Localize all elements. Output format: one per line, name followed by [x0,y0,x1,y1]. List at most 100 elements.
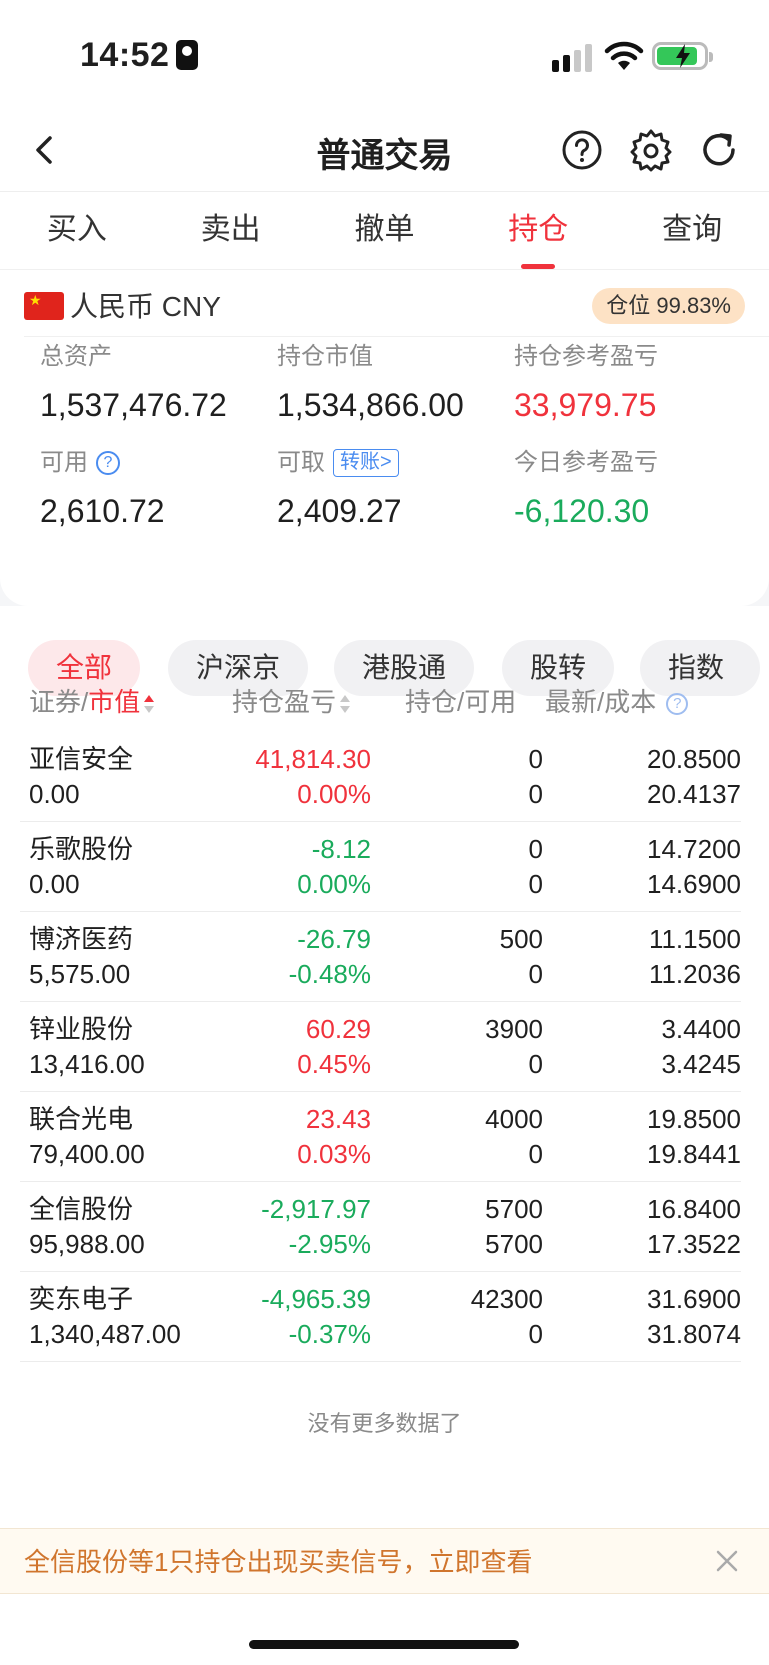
latest-price: 19.8500 [647,1104,741,1134]
tab-sell[interactable]: 卖出 [154,192,308,269]
holding-pl-label: 持仓参考盈亏 [514,343,658,370]
available-funds: 可用 ? 2,610.72 [40,446,260,534]
holding-qty: 42300 [470,1284,543,1314]
table-row[interactable]: 锌业股份 13,416.00 60.29 0.45% 3900 0 3.4400… [20,1002,741,1092]
stock-name: 锌业股份 [29,1014,134,1044]
col-holding-available: 持仓/可用 [405,687,517,717]
available-qty: 0 [528,869,543,899]
market-value-value: 1,534,866.00 [277,387,464,423]
withdrawable-funds: 可取 转账> 2,409.27 [277,446,497,534]
total-assets-label: 总资产 [40,343,112,370]
tab-positions[interactable]: 持仓 [461,192,615,269]
position-pl: -26.79 [297,924,371,954]
cellular-signal-icon [552,44,594,72]
refresh-icon[interactable] [697,128,741,172]
position-pl-pct: 0.45% [297,1049,371,1079]
position-pl-pct: 0.00% [297,869,371,899]
market-value: 持仓市值 1,534,866.00 [277,340,497,428]
cost-price: 11.2036 [648,959,741,989]
position-pl: 60.29 [305,1014,371,1044]
sort-icon [340,695,351,714]
available-value: 2,610.72 [40,493,165,529]
stock-name: 奕东电子 [29,1284,134,1314]
tab-buy[interactable]: 买入 [0,192,154,269]
home-indicator [249,1640,519,1649]
table-row[interactable]: 奕东电子 1,340,487.00 -4,965.39 -0.37% 42300… [20,1272,741,1362]
status-time: 14:52 [80,36,170,74]
help-icon[interactable]: ? [666,693,689,716]
latest-price: 3.4400 [661,1014,741,1044]
table-row[interactable]: 乐歌股份 0.00 -8.12 0.00% 0 0 14.7200 14.690… [20,822,741,912]
help-icon[interactable] [560,128,604,172]
cost-price: 31.8074 [647,1319,741,1349]
market-value: 79,400.00 [29,1139,145,1169]
cost-price: 20.4137 [647,779,741,809]
tab-query[interactable]: 查询 [615,192,769,269]
position-pl: -2,917.97 [261,1194,371,1224]
today-pl-value: -6,120.30 [514,493,650,529]
cost-price: 14.6900 [647,869,741,899]
trade-page: 14:52 普通交易 买入 卖出 撤单 持仓 查询 ★ 人民币 CNY 仓位 9… [0,0,769,1665]
positions-panel: 全部 沪深京 港股通 股转 指数 证券/市值 持仓盈亏 持仓/可用 最新/成本?… [0,606,769,1665]
latest-price: 11.1500 [648,924,741,954]
col-security-mv[interactable]: 证券/市值 [29,672,155,732]
position-pl-pct: -0.48% [288,959,371,989]
withdrawable-label: 可取 [277,449,325,476]
stock-name: 乐歌股份 [29,834,134,864]
status-bar: 14:52 [0,0,769,110]
available-label: 可用 [40,449,88,476]
position-ratio-badge: 仓位 99.83% [592,288,745,324]
market-value-label: 持仓市值 [277,343,373,370]
withdrawable-value: 2,409.27 [277,493,402,529]
divider [24,336,769,337]
contact-card-icon [176,40,198,70]
close-icon[interactable] [715,1549,739,1573]
sort-icon [144,695,155,714]
position-pl-pct: -0.37% [288,1319,371,1349]
holding-qty: 5700 [485,1194,543,1224]
china-flag-icon: ★ [24,292,64,320]
holding-qty: 4000 [485,1104,543,1134]
holding-qty: 0 [528,834,543,864]
available-help-icon[interactable]: ? [96,451,120,475]
stock-name: 联合光电 [29,1104,134,1134]
position-pl: 41,814.30 [255,744,371,774]
settings-icon[interactable] [629,128,673,172]
table-row[interactable]: 联合光电 79,400.00 23.43 0.03% 4000 0 19.850… [20,1092,741,1182]
today-pl: 今日参考盈亏 -6,120.30 [514,446,734,534]
signal-banner[interactable]: 全信股份等1只持仓出现买卖信号，立即查看 [0,1528,769,1594]
latest-price: 14.7200 [647,834,741,864]
transfer-button[interactable]: 转账> [333,449,399,477]
total-assets: 总资产 1,537,476.72 [40,340,260,428]
available-qty: 0 [528,1139,543,1169]
stock-name: 博济医药 [29,924,134,954]
market-value: 1,340,487.00 [29,1319,181,1349]
market-value: 95,988.00 [29,1229,145,1259]
available-qty: 0 [528,779,543,809]
table-row[interactable]: 全信股份 95,988.00 -2,917.97 -2.95% 5700 570… [20,1182,741,1272]
position-pl-pct: 0.03% [297,1139,371,1169]
charging-bolt-icon [676,44,690,68]
position-pl-pct: 0.00% [297,779,371,809]
latest-price: 31.6900 [647,1284,741,1314]
market-value: 5,575.00 [29,959,131,989]
tab-cancel[interactable]: 撤单 [308,192,462,269]
col-holding-pl[interactable]: 持仓盈亏 [232,672,351,732]
market-value: 13,416.00 [29,1049,145,1079]
available-qty: 5700 [485,1229,543,1259]
cost-price: 17.3522 [647,1229,741,1259]
table-row[interactable]: 博济医药 5,575.00 -26.79 -0.48% 500 0 11.150… [20,912,741,1002]
total-assets-value: 1,537,476.72 [40,387,227,423]
wifi-icon [604,41,644,70]
trade-tabs: 买入 卖出 撤单 持仓 查询 [0,192,769,270]
cost-price: 3.4245 [661,1049,741,1079]
table-row[interactable]: 亚信安全 0.00 41,814.30 0.00% 0 0 20.8500 20… [20,732,741,822]
holding-pl-value: 33,979.75 [514,387,657,423]
no-more-data: 没有更多数据了 [307,1411,462,1436]
position-pl: 23.43 [305,1104,371,1134]
holding-pl: 持仓参考盈亏 33,979.75 [514,340,734,428]
position-pl: -4,965.39 [261,1284,371,1314]
cost-price: 19.8441 [647,1139,741,1169]
holding-qty: 3900 [485,1014,543,1044]
signal-banner-text[interactable]: 全信股份等1只持仓出现买卖信号，立即查看 [24,1529,532,1595]
